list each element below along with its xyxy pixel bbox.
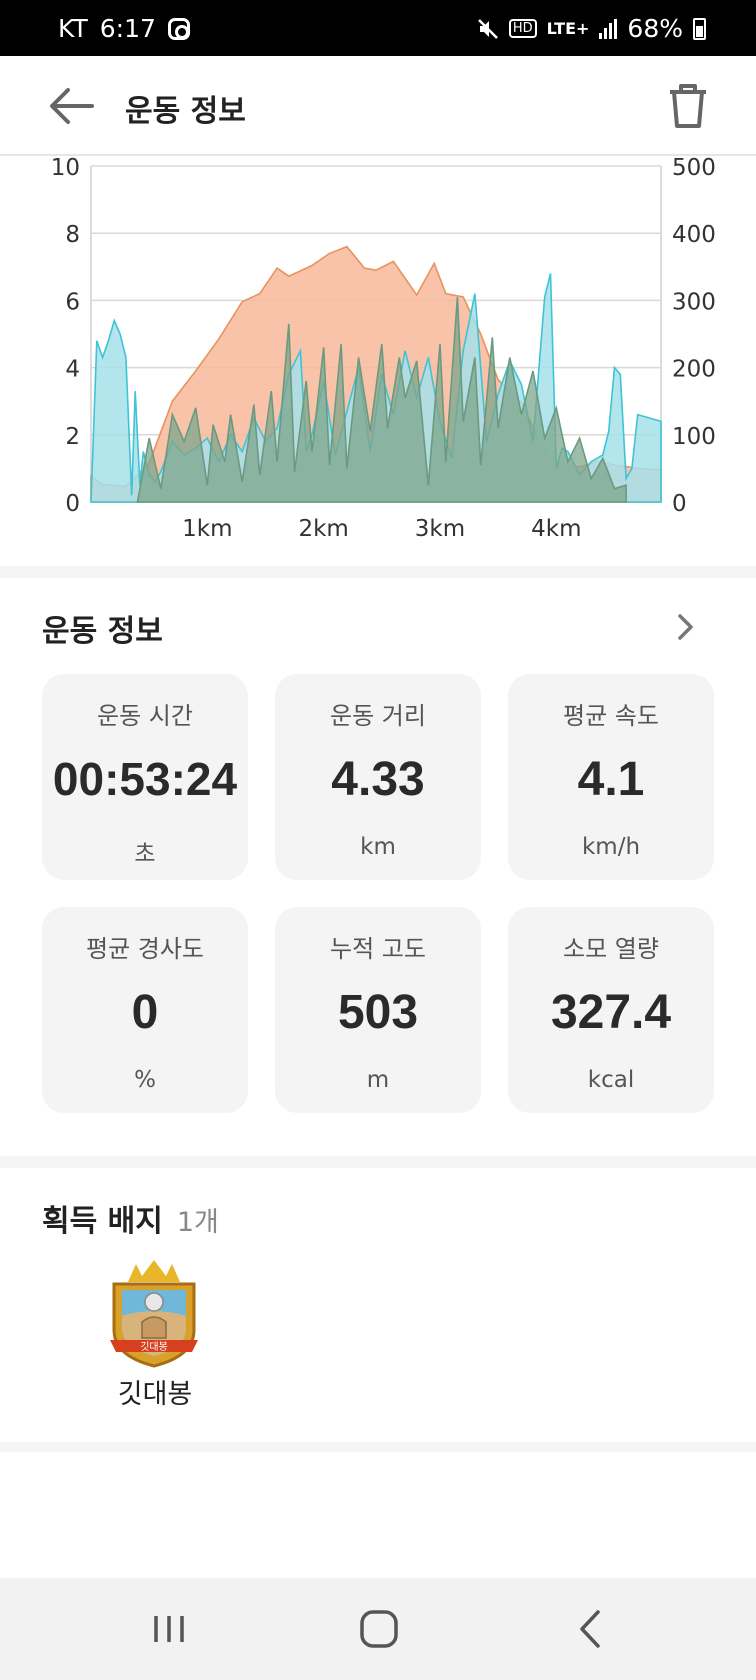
home-icon[interactable] xyxy=(354,1606,404,1652)
chart-svg: 0 0 2 100 4 200 6 300 8 400 10 500 1km 2km 3km 4km xyxy=(51,155,716,542)
badges-title: 획득 배지 xyxy=(42,1204,163,1239)
trash-icon[interactable] xyxy=(666,82,710,130)
carrier-label: KT xyxy=(58,14,88,43)
back-arrow-icon[interactable] xyxy=(46,84,96,128)
stat-value: 4.1 xyxy=(577,753,645,806)
badge-name: 깃대봉 xyxy=(117,1379,193,1410)
badges-section-title: 획득 배지 1개 xyxy=(42,1196,219,1240)
y-left-tick-label: 0 xyxy=(65,491,80,517)
chevron-right-icon[interactable] xyxy=(670,610,700,644)
back-chevron-icon[interactable] xyxy=(566,1606,616,1652)
section-divider xyxy=(0,1156,756,1168)
stat-unit: % xyxy=(134,1067,156,1093)
stat-card-total-ascent: 누적 고도 503 m xyxy=(275,907,481,1113)
y-right-tick-label: 0 xyxy=(672,491,687,517)
y-left-tick-label: 4 xyxy=(65,357,80,383)
mute-icon xyxy=(477,18,498,39)
y-left-tick-label: 2 xyxy=(65,424,80,450)
stat-card-duration: 운동 시간 00:53:24 초 xyxy=(42,674,248,880)
system-nav-bar xyxy=(0,1578,756,1680)
stat-value: 327.4 xyxy=(550,986,672,1039)
y-right-tick-label: 400 xyxy=(672,222,716,248)
workout-section-title: 운동 정보 xyxy=(42,614,163,649)
y-right-tick-label: 300 xyxy=(672,289,716,315)
lte-icon: LTE+ xyxy=(546,19,590,38)
y-right-tick-label: 100 xyxy=(672,424,716,450)
y-left-tick-label: 6 xyxy=(65,289,80,315)
stat-unit: 초 xyxy=(134,841,156,867)
status-left: KT 6:17 xyxy=(58,14,190,43)
battery-percent: 68% xyxy=(627,14,683,43)
stat-unit: km xyxy=(360,834,396,860)
x-tick-label: 4km xyxy=(531,516,581,542)
stat-value: 0 xyxy=(131,986,159,1039)
stat-value: 00:53:24 xyxy=(52,753,238,805)
elevation-speed-chart: 0 0 2 100 4 200 6 300 8 400 10 500 1km 2km 3km 4km xyxy=(0,155,756,556)
instagram-notification-icon xyxy=(167,17,190,40)
status-bar: KT 6:17 HD LTE+ 68% xyxy=(0,0,756,56)
battery-icon xyxy=(693,17,706,40)
stat-label: 운동 시간 xyxy=(97,702,193,730)
clock: 6:17 xyxy=(99,14,156,43)
stat-unit: kcal xyxy=(587,1067,635,1093)
badge-emblem-icon[interactable]: 깃대봉 xyxy=(108,1260,200,1368)
badges-count: 1개 xyxy=(176,1207,219,1238)
page-title: 운동 정보 xyxy=(125,94,246,129)
stat-unit: km/h xyxy=(581,834,641,860)
stat-label: 소모 열량 xyxy=(563,935,659,963)
stat-value: 4.33 xyxy=(331,753,425,806)
y-left-tick-label: 8 xyxy=(65,222,80,248)
y-left-tick-label: 10 xyxy=(51,156,80,181)
y-right-tick-label: 500 xyxy=(672,156,716,181)
status-right: HD LTE+ 68% xyxy=(477,14,706,43)
stat-card-avg-speed: 평균 속도 4.1 km/h xyxy=(508,674,714,880)
y-right-tick-label: 200 xyxy=(672,357,716,383)
stat-unit: m xyxy=(366,1067,390,1093)
section-divider xyxy=(0,566,756,578)
stat-label: 운동 거리 xyxy=(330,702,426,730)
recents-icon[interactable] xyxy=(144,1606,194,1652)
stat-label: 누적 고도 xyxy=(330,935,426,963)
stat-card-distance: 운동 거리 4.33 km xyxy=(275,674,481,880)
stat-label: 평균 경사도 xyxy=(85,935,205,963)
badge-emblem-text: 깃대봉 xyxy=(140,1341,168,1353)
x-tick-label: 1km xyxy=(182,516,232,542)
section-divider xyxy=(0,1442,756,1452)
signal-icon xyxy=(599,18,618,39)
stat-label: 평균 속도 xyxy=(563,702,659,730)
stat-value: 503 xyxy=(337,986,419,1039)
stat-card-avg-slope: 평균 경사도 0 % xyxy=(42,907,248,1113)
x-tick-label: 3km xyxy=(415,516,465,542)
hd-voice-icon: HD xyxy=(508,19,537,38)
app-bar: 운동 정보 xyxy=(0,56,756,156)
stat-card-calories: 소모 열량 327.4 kcal xyxy=(508,907,714,1113)
x-tick-label: 2km xyxy=(298,516,348,542)
